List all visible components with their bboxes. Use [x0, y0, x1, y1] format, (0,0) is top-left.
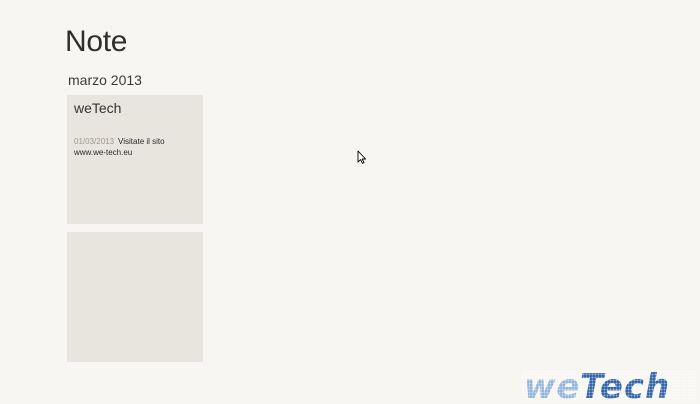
wetech-logo: we Tech — [522, 370, 697, 402]
mouse-pointer-icon — [357, 150, 367, 164]
note-tile[interactable]: weTech 01/03/2013 Visitate il sito www.we… — [67, 95, 203, 224]
note-app: Note marzo 2013 weTech 01/03/2013 Visitat… — [0, 0, 700, 404]
note-date: 01/03/2013 — [74, 137, 115, 146]
new-note-tile[interactable] — [67, 232, 203, 362]
note-title: weTech — [74, 100, 122, 116]
note-body: 01/03/2013 Visitate il sito www.we-tech.e… — [74, 136, 198, 158]
group-header-month[interactable]: marzo 2013 — [68, 72, 142, 88]
page-title: Note — [65, 25, 128, 58]
